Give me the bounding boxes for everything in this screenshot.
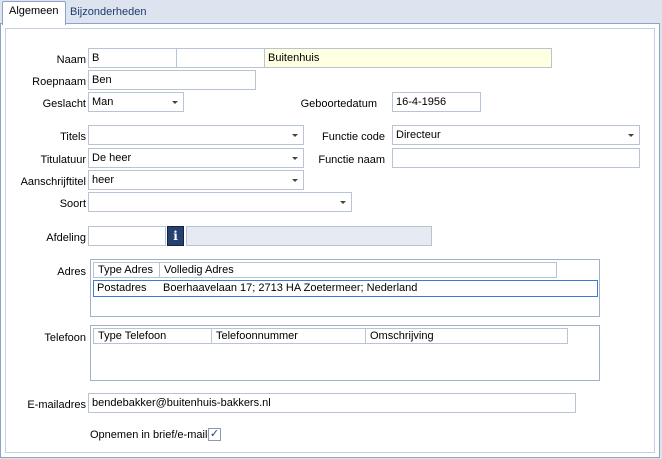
aanschrijftitel-label: Aanschrijftitel [20, 176, 86, 188]
functienaam-label: Functie naam [318, 154, 385, 166]
email-field[interactable]: bendebakker@buitenhuis-bakkers.nl [88, 393, 576, 413]
telefoon-col-type[interactable]: Type Telefoon [93, 328, 212, 344]
tab-bijzonderheden[interactable]: Bijzonderheden [64, 3, 152, 24]
info-icon: i [173, 229, 178, 243]
soort-label: Soort [59, 198, 86, 210]
titulatuur-dropdown[interactable]: De heer [88, 148, 304, 168]
telefoon-col-nummer[interactable]: Telefoonnummer [211, 328, 366, 344]
tab-panel-algemeen: Naam B Buitenhuis Roepnaam Ben Geslacht … [0, 23, 660, 458]
functiecode-dropdown[interactable]: Directeur [392, 125, 640, 145]
afdeling-description [186, 226, 432, 246]
table-row[interactable]: Postadres Boerhaavelaan 17; 2713 HA Zoet… [93, 280, 598, 297]
titels-dropdown[interactable] [88, 125, 304, 145]
chevron-down-icon [628, 134, 634, 137]
soort-dropdown[interactable] [88, 192, 352, 212]
form-area: Naam B Buitenhuis Roepnaam Ben Geslacht … [5, 28, 655, 453]
titulatuur-label: Titulatuur [40, 154, 86, 166]
adres-col-type[interactable]: Type Adres [93, 262, 160, 278]
chevron-down-icon [292, 157, 298, 160]
functiecode-value: Directeur [396, 129, 441, 141]
opnemen-checkbox[interactable]: ✓ [208, 428, 221, 441]
checkmark-icon: ✓ [209, 428, 220, 440]
chevron-down-icon [292, 179, 298, 182]
functienaam-field[interactable] [392, 148, 640, 168]
geslacht-dropdown[interactable]: Man [88, 92, 184, 112]
naam-last-field[interactable]: Buitenhuis [264, 48, 552, 68]
aanschrijftitel-dropdown[interactable]: heer [88, 170, 304, 190]
titels-label: Titels [60, 131, 86, 143]
opnemen-label: Opnemen in brief/e-mail [90, 429, 208, 441]
chevron-down-icon [292, 134, 298, 137]
geslacht-label: Geslacht [42, 98, 86, 110]
adres-type-cell: Postadres [97, 282, 147, 294]
email-label: E-mailadres [27, 399, 86, 411]
geboortedatum-label: Geboortedatum [300, 98, 377, 110]
geslacht-value: Man [92, 96, 114, 108]
roepnaam-field[interactable]: Ben [88, 70, 256, 90]
adres-col-volledig[interactable]: Volledig Adres [159, 262, 557, 278]
tab-algemeen[interactable]: Algemeen [2, 1, 66, 25]
adres-grid[interactable]: Type Adres Volledig Adres Postadres Boer… [90, 259, 600, 317]
chevron-down-icon [340, 201, 346, 204]
afdeling-label: Afdeling [46, 232, 86, 244]
roepnaam-label: Roepnaam [32, 76, 86, 88]
adres-volledig-cell: Boerhaavelaan 17; 2713 HA Zoetermeer; Ne… [163, 282, 418, 294]
afdeling-field[interactable] [88, 226, 166, 246]
titulatuur-value: De heer [92, 152, 132, 164]
aanschrijftitel-value: heer [92, 174, 115, 186]
geboortedatum-field[interactable]: 16-4-1956 [392, 92, 481, 112]
functiecode-label: Functie code [322, 131, 385, 143]
naam-middle-field[interactable] [176, 48, 265, 68]
telefoon-col-omschrijving[interactable]: Omschrijving [365, 328, 568, 344]
telefoon-label: Telefoon [44, 332, 86, 344]
telefoon-grid[interactable]: Type Telefoon Telefoonnummer Omschrijvin… [90, 325, 600, 381]
chevron-down-icon [172, 101, 178, 104]
adres-label: Adres [57, 266, 86, 278]
tab-bar: Algemeen Bijzonderheden [0, 0, 662, 25]
afdeling-info-button[interactable]: i [167, 226, 184, 246]
naam-first-field[interactable]: B [88, 48, 177, 68]
naam-label: Naam [56, 54, 86, 66]
